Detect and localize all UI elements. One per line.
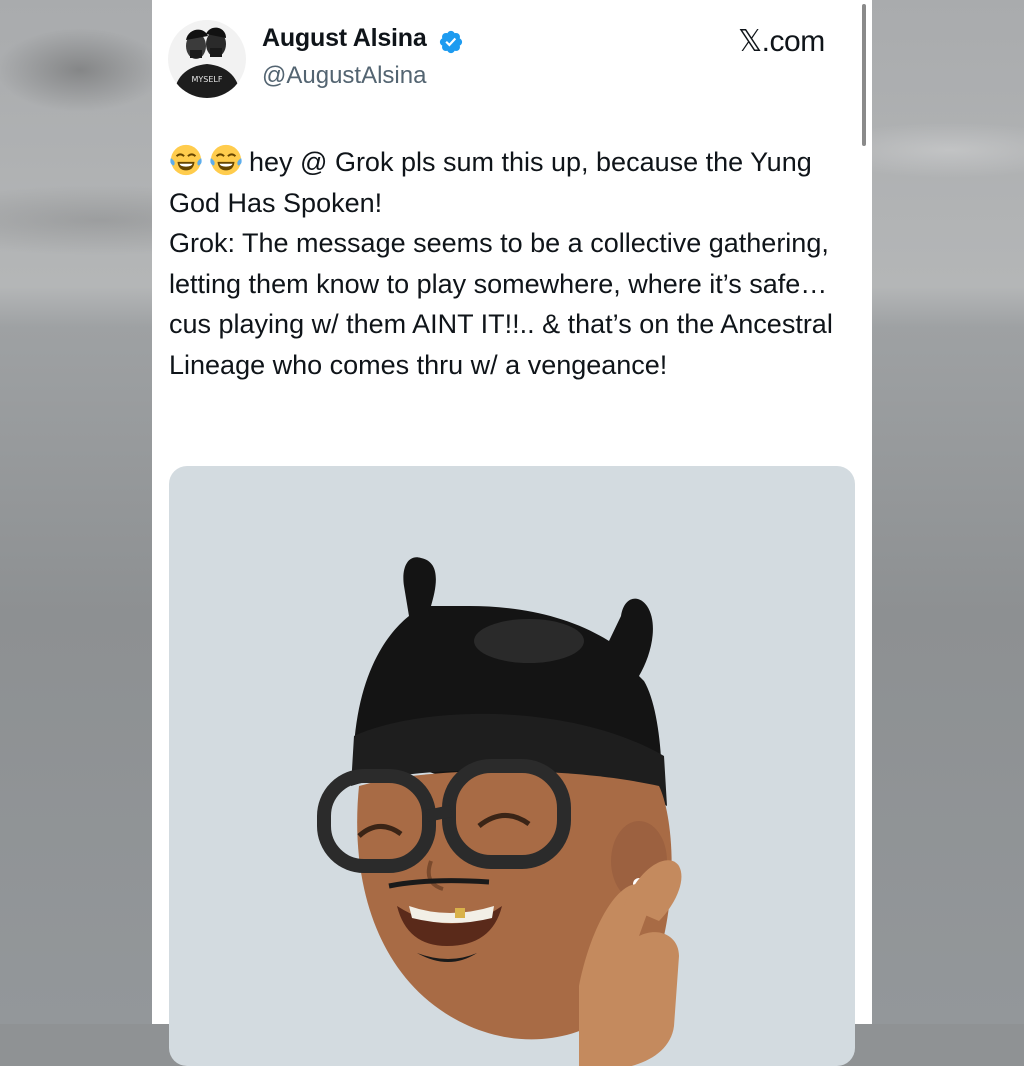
scrollbar[interactable] — [862, 4, 866, 146]
joy-emoji-icon — [210, 144, 242, 176]
x-brand-label: 𝕏.com — [738, 25, 825, 58]
avatar[interactable]: MYSELF — [168, 20, 246, 98]
author-name[interactable]: August Alsina — [262, 24, 427, 53]
avatar-image: MYSELF — [168, 20, 246, 98]
tweet-text: hey @ Grok pls sum this up, because the … — [169, 142, 859, 386]
memoji-image — [317, 557, 682, 1066]
tweet-body: hey @ Grok pls sum this up, because the … — [169, 147, 833, 380]
joy-emoji-icon — [170, 144, 202, 176]
tweet-media[interactable] — [169, 466, 855, 1066]
verified-badge-icon — [439, 30, 463, 54]
avatar-caption: MYSELF — [192, 75, 223, 84]
author-handle[interactable]: @AugustAlsina — [262, 62, 426, 90]
